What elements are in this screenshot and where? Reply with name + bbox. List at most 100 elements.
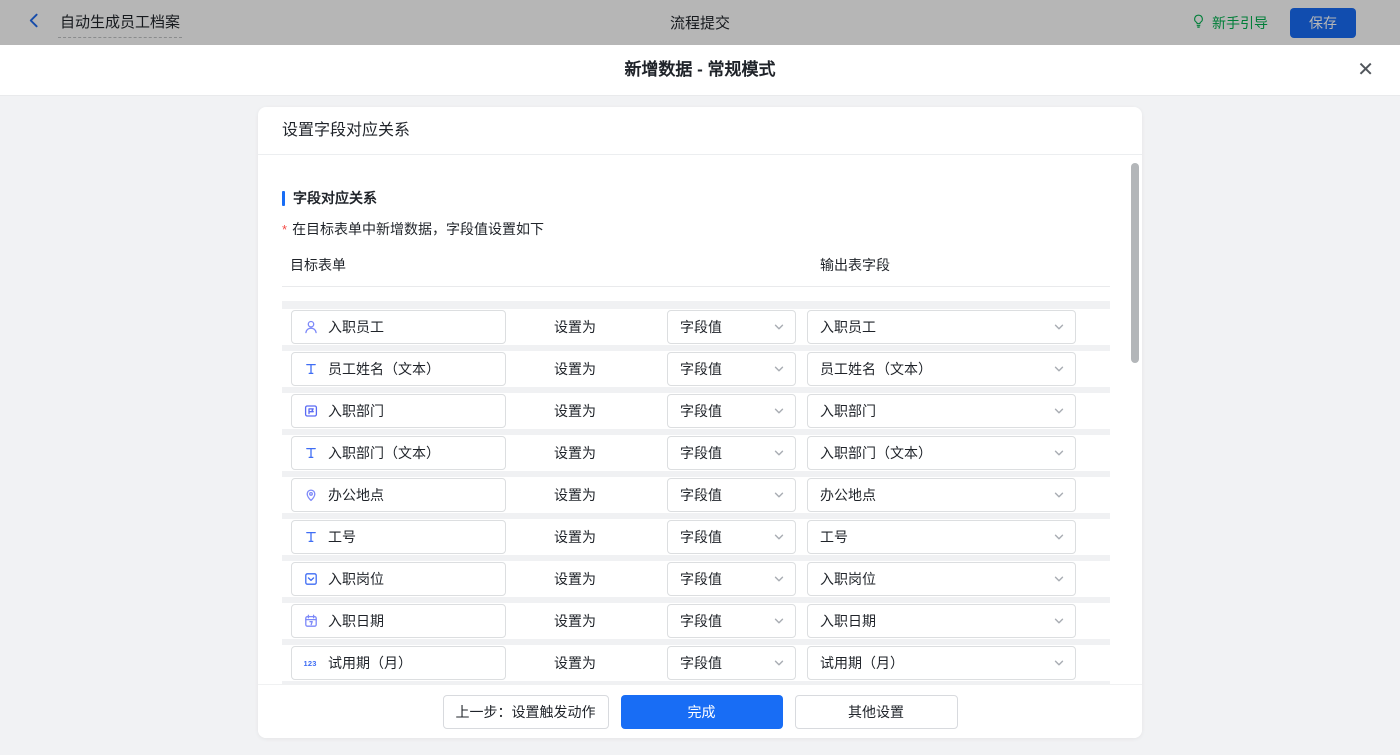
card-footer: 上一步：设置触发动作 完成 其他设置: [258, 684, 1142, 738]
set-as-label: 设置为: [554, 487, 596, 503]
field-chip[interactable]: 123 试用期（月）: [291, 646, 506, 680]
field-label: 试用期（月）: [328, 655, 412, 671]
output-field-select[interactable]: 办公地点: [807, 478, 1076, 512]
chevron-down-icon: [773, 489, 785, 501]
chevron-down-icon: [1053, 405, 1065, 417]
field-mapping-row: 员工姓名（文本） 设置为 字段值 员工姓名（文本）: [282, 351, 1110, 387]
field-chip[interactable]: 入职部门: [291, 394, 506, 428]
field-mapping-row: 工号 设置为 字段值 工号: [282, 519, 1110, 555]
output-field-select[interactable]: 入职部门（文本）: [807, 436, 1076, 470]
chevron-down-icon: [1053, 321, 1065, 333]
workflow-topbar: 自动生成员工档案 流程提交 新手引导 保存: [0, 0, 1400, 45]
field-chip[interactable]: 入职岗位: [291, 562, 506, 596]
card-title: 设置字段对应关系: [258, 107, 1142, 155]
newbie-guide-label: 新手引导: [1212, 14, 1268, 31]
value-mode-select[interactable]: 字段值: [667, 562, 796, 596]
field-chip[interactable]: 办公地点: [291, 478, 506, 512]
modal-title: 新增数据 - 常规模式: [624, 60, 776, 79]
output-field-select[interactable]: 入职员工: [807, 310, 1076, 344]
newbie-guide-link[interactable]: 新手引导: [1191, 13, 1268, 33]
svg-text:123: 123: [304, 659, 317, 668]
field-mapping-row: 123 试用期（月） 设置为 字段值 试用期（月）: [282, 645, 1110, 681]
field-chip[interactable]: 入职员工: [291, 310, 506, 344]
scrollbar-thumb[interactable]: [1131, 163, 1139, 363]
number-icon: 123: [303, 655, 319, 671]
field-label: 入职岗位: [328, 571, 384, 587]
set-as-label: 设置为: [554, 403, 596, 419]
column-header-target-form: 目标表单: [290, 257, 346, 273]
text-icon: [303, 529, 319, 545]
field-label: 办公地点: [328, 487, 384, 503]
previous-step-button[interactable]: 上一步：设置触发动作: [442, 694, 609, 729]
chevron-down-icon: [773, 615, 785, 627]
field-label: 工号: [328, 529, 356, 545]
set-as-label: 设置为: [554, 529, 596, 545]
value-mode-select[interactable]: 字段值: [667, 352, 796, 386]
value-mode-select[interactable]: 字段值: [667, 394, 796, 428]
value-mode-select[interactable]: 字段值: [667, 310, 796, 344]
set-as-label: 设置为: [554, 445, 596, 461]
field-label: 入职员工: [328, 319, 384, 335]
field-mapping-row: 办公地点 设置为 字段值 办公地点: [282, 477, 1110, 513]
modal-header: 新增数据 - 常规模式 ✕: [0, 45, 1400, 96]
chevron-down-icon: [1053, 573, 1065, 585]
required-note: 在目标表单中新增数据，字段值设置如下: [292, 221, 545, 237]
text-icon: [303, 445, 319, 461]
done-button[interactable]: 完成: [620, 694, 783, 729]
output-field-select[interactable]: 入职日期: [807, 604, 1076, 638]
chevron-down-icon: [773, 573, 785, 585]
other-settings-button[interactable]: 其他设置: [794, 694, 958, 729]
lightbulb-icon: [1191, 13, 1206, 32]
output-field-select[interactable]: 工号: [807, 520, 1076, 554]
field-mapping-list: 入职员工 设置为 字段值 入职员工 员工姓名（文本） 设置为 字段值 员工姓名（…: [282, 301, 1110, 694]
set-as-label: 设置为: [554, 319, 596, 335]
field-mapping-row: 入职员工 设置为 字段值 入职员工: [282, 309, 1110, 345]
column-header-output-field: 输出表字段: [820, 257, 890, 273]
set-as-label: 设置为: [554, 571, 596, 587]
value-mode-select[interactable]: 字段值: [667, 436, 796, 470]
save-button[interactable]: 保存: [1290, 7, 1356, 38]
field-label: 入职部门（文本）: [328, 445, 440, 461]
chevron-down-icon: [1053, 531, 1065, 543]
field-label: 员工姓名（文本）: [328, 361, 440, 377]
field-mapping-row: 入职日期 设置为 字段值 入职日期: [282, 603, 1110, 639]
text-icon: [303, 361, 319, 377]
chevron-down-icon: [1053, 615, 1065, 627]
section-title: 字段对应关系: [293, 190, 377, 206]
location-icon: [303, 487, 319, 503]
field-chip[interactable]: 入职日期: [291, 604, 506, 638]
value-mode-select[interactable]: 字段值: [667, 604, 796, 638]
close-icon[interactable]: ✕: [1357, 57, 1374, 83]
value-mode-select[interactable]: 字段值: [667, 478, 796, 512]
output-field-select[interactable]: 试用期（月）: [807, 646, 1076, 680]
field-mapping-card: 设置字段对应关系 字段对应关系 * 在目标表单中新增数据，字段值设置如下 目标表…: [258, 107, 1142, 738]
output-field-select[interactable]: 员工姓名（文本）: [807, 352, 1076, 386]
field-chip[interactable]: 入职部门（文本）: [291, 436, 506, 470]
field-mapping-row: 入职岗位 设置为 字段值 入职岗位: [282, 561, 1110, 597]
field-label: 入职日期: [328, 613, 384, 629]
chevron-down-icon: [773, 447, 785, 459]
set-as-label: 设置为: [554, 655, 596, 671]
chevron-down-icon: [773, 657, 785, 669]
chevron-down-icon: [1053, 657, 1065, 669]
field-mapping-row: 入职部门 设置为 字段值 入职部门: [282, 393, 1110, 429]
value-mode-select[interactable]: 字段值: [667, 646, 796, 680]
output-field-select[interactable]: 入职岗位: [807, 562, 1076, 596]
chevron-down-icon: [1053, 447, 1065, 459]
chevron-down-icon: [1053, 489, 1065, 501]
set-as-label: 设置为: [554, 361, 596, 377]
chevron-down-icon: [773, 531, 785, 543]
value-mode-select[interactable]: 字段值: [667, 520, 796, 554]
field-chip[interactable]: 员工姓名（文本）: [291, 352, 506, 386]
section-accent-bar: [282, 190, 285, 206]
required-asterisk: *: [282, 222, 288, 237]
field-mapping-row: 入职部门（文本） 设置为 字段值 入职部门（文本）: [282, 435, 1110, 471]
member-icon: [303, 319, 319, 335]
chevron-down-icon: [773, 363, 785, 375]
field-chip[interactable]: 工号: [291, 520, 506, 554]
page-title: 流程提交: [669, 15, 730, 32]
select-icon: [303, 571, 319, 587]
chevron-down-icon: [1053, 363, 1065, 375]
date-icon: [303, 613, 319, 629]
output-field-select[interactable]: 入职部门: [807, 394, 1076, 428]
